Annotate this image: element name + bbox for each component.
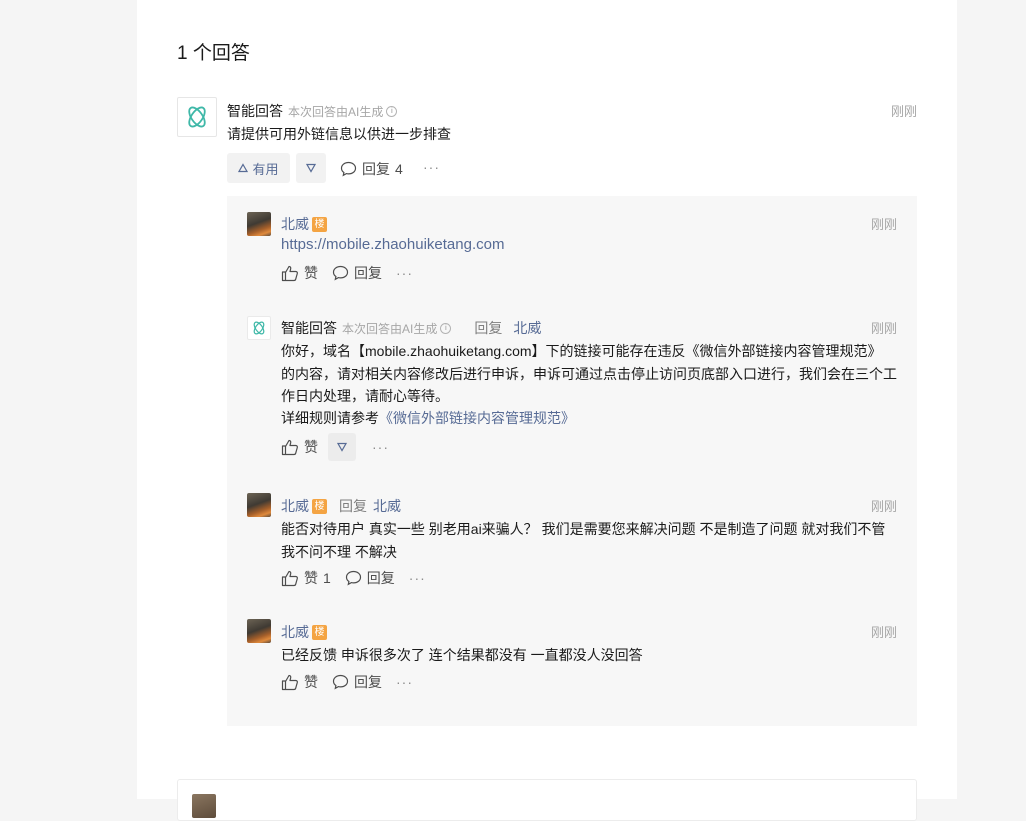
comment-icon: [332, 265, 349, 281]
triangle-down-icon: [306, 163, 316, 173]
detail-prefix: 详细规则请参考: [281, 410, 379, 426]
reply-label: 回复: [362, 161, 390, 177]
info-icon[interactable]: i: [386, 105, 398, 117]
not-useful-button[interactable]: [296, 153, 326, 183]
more-button[interactable]: ···: [396, 674, 413, 690]
like-button[interactable]: 赞: [281, 437, 318, 457]
ai-notice: 本次回答由AI生成 i: [288, 103, 398, 120]
like-label: 赞: [304, 570, 318, 586]
triangle-up-icon: [238, 163, 249, 173]
reply-header: 北威 楼: [281, 214, 327, 234]
reply-actions: 赞 回复 ···: [281, 672, 413, 692]
reply-button[interactable]: 回复: [345, 568, 395, 588]
comment-icon: [340, 161, 357, 177]
reply-text-line: 我不问不理 不解决: [281, 544, 397, 560]
not-useful-button[interactable]: [328, 433, 356, 461]
answer-time: 刚刚: [890, 104, 917, 119]
reply-word: 回复: [474, 320, 503, 336]
reply-label: 回复: [366, 570, 395, 586]
ai-logo-icon: [253, 321, 265, 335]
reply-to-user[interactable]: 北威: [373, 496, 401, 516]
like-button[interactable]: 赞: [281, 672, 318, 692]
next-post-card[interactable]: [177, 779, 917, 821]
reply-actions: 赞 1 回复 ···: [281, 568, 426, 588]
reply-header: 智能回答 本次回答由AI生成 i 回复 北威: [281, 318, 541, 338]
reply-time: 刚刚: [870, 321, 897, 336]
reply-actions: 赞 ···: [281, 433, 389, 461]
avatar[interactable]: [247, 212, 271, 236]
like-button[interactable]: 赞: [281, 263, 318, 283]
reply-button[interactable]: 回复: [332, 263, 382, 283]
floor-badge: 楼: [312, 216, 327, 232]
comment-icon: [332, 674, 349, 690]
answer-text: 请提供可用外链信息以供进一步排查: [227, 126, 451, 142]
thumbs-up-icon: [281, 265, 298, 281]
answer-count-title: 1 个回答: [177, 43, 250, 64]
like-button[interactable]: 赞 1: [281, 568, 331, 588]
avatar[interactable]: [247, 493, 271, 517]
reply-detail: 详细规则请参考《微信外部链接内容管理规范》: [281, 408, 575, 428]
reply-author[interactable]: 北威: [281, 214, 309, 234]
reply-label: 回复: [354, 265, 382, 281]
ai-avatar: [247, 316, 271, 340]
answer-reply-button[interactable]: 回复 4: [340, 159, 403, 179]
answer-author: 智能回答: [227, 103, 283, 119]
reply-header: 北威 楼 回复 北威: [281, 496, 401, 516]
reply-header: 北威 楼: [281, 622, 327, 642]
like-count: 1: [323, 570, 331, 586]
reply-text-line: 能否对待用户 真实一些 别老用ai来骗人？ 我们是需要您来解决问题 不是制造了问…: [281, 521, 886, 537]
reply-actions: 赞 回复 ···: [281, 263, 413, 283]
like-label: 赞: [304, 265, 318, 281]
answer-more-button[interactable]: ···: [423, 159, 440, 175]
reply-button[interactable]: 回复: [332, 672, 382, 692]
ai-notice-text: 本次回答由AI生成: [342, 321, 438, 336]
reply-label: 回复: [354, 674, 382, 690]
thumbs-up-icon: [281, 674, 298, 690]
useful-label: 有用: [252, 161, 279, 177]
reply-text-line: 你好，域名【mobile.zhaohuiketang.com】下的链接可能存在违…: [281, 343, 882, 359]
comment-icon: [345, 570, 361, 586]
floor-badge: 楼: [312, 498, 327, 514]
reply-text: 已经反馈 申诉很多次了 连个结果都没有 一直都没人没回答: [281, 647, 643, 663]
reply-word: 回复: [339, 498, 367, 514]
reply-text-line: 的内容，请对相关内容修改后进行申诉，申诉可通过点击停止访问页底部入口进行，我们会…: [281, 366, 897, 382]
more-button[interactable]: ···: [409, 570, 426, 586]
ai-notice-text: 本次回答由AI生成: [288, 104, 384, 119]
reply-author[interactable]: 北威: [281, 496, 309, 516]
reply-author: 智能回答: [281, 320, 337, 336]
reply-link[interactable]: https://mobile.zhaohuiketang.com: [281, 236, 504, 253]
reply-time: 刚刚: [870, 625, 897, 640]
useful-button[interactable]: 有用: [227, 153, 290, 183]
answer-panel: 1 个回答 智能回答 本次回答由AI生成 i 刚刚 请提供可用外链信息以供进一步…: [137, 0, 957, 821]
floor-badge: 楼: [312, 624, 327, 640]
triangle-down-icon: [337, 442, 347, 452]
more-button[interactable]: ···: [372, 439, 389, 455]
rules-link[interactable]: 《微信外部链接内容管理规范》: [379, 410, 575, 426]
more-button[interactable]: ···: [396, 265, 413, 281]
like-label: 赞: [304, 439, 318, 455]
avatar[interactable]: [192, 794, 216, 818]
info-icon[interactable]: i: [440, 322, 452, 334]
reply-count: 4: [395, 161, 403, 177]
reply-text-line: 作日内处理，请耐心等待。: [281, 388, 449, 404]
reply-time: 刚刚: [870, 499, 897, 514]
ai-avatar: [177, 97, 217, 137]
thumbs-up-icon: [281, 570, 298, 586]
ai-logo-icon: [188, 106, 206, 128]
reply-thread: 北威 楼 刚刚 https://mobile.zhaohuiketang.com…: [227, 196, 917, 726]
reply-author[interactable]: 北威: [281, 622, 309, 642]
ai-notice: 本次回答由AI生成 i: [342, 320, 452, 337]
answer-header: 智能回答 本次回答由AI生成 i: [227, 101, 398, 121]
like-label: 赞: [304, 674, 318, 690]
thumbs-up-icon: [281, 439, 298, 455]
reply-time: 刚刚: [870, 217, 897, 232]
avatar[interactable]: [247, 619, 271, 643]
reply-to-user[interactable]: 北威: [513, 318, 541, 338]
